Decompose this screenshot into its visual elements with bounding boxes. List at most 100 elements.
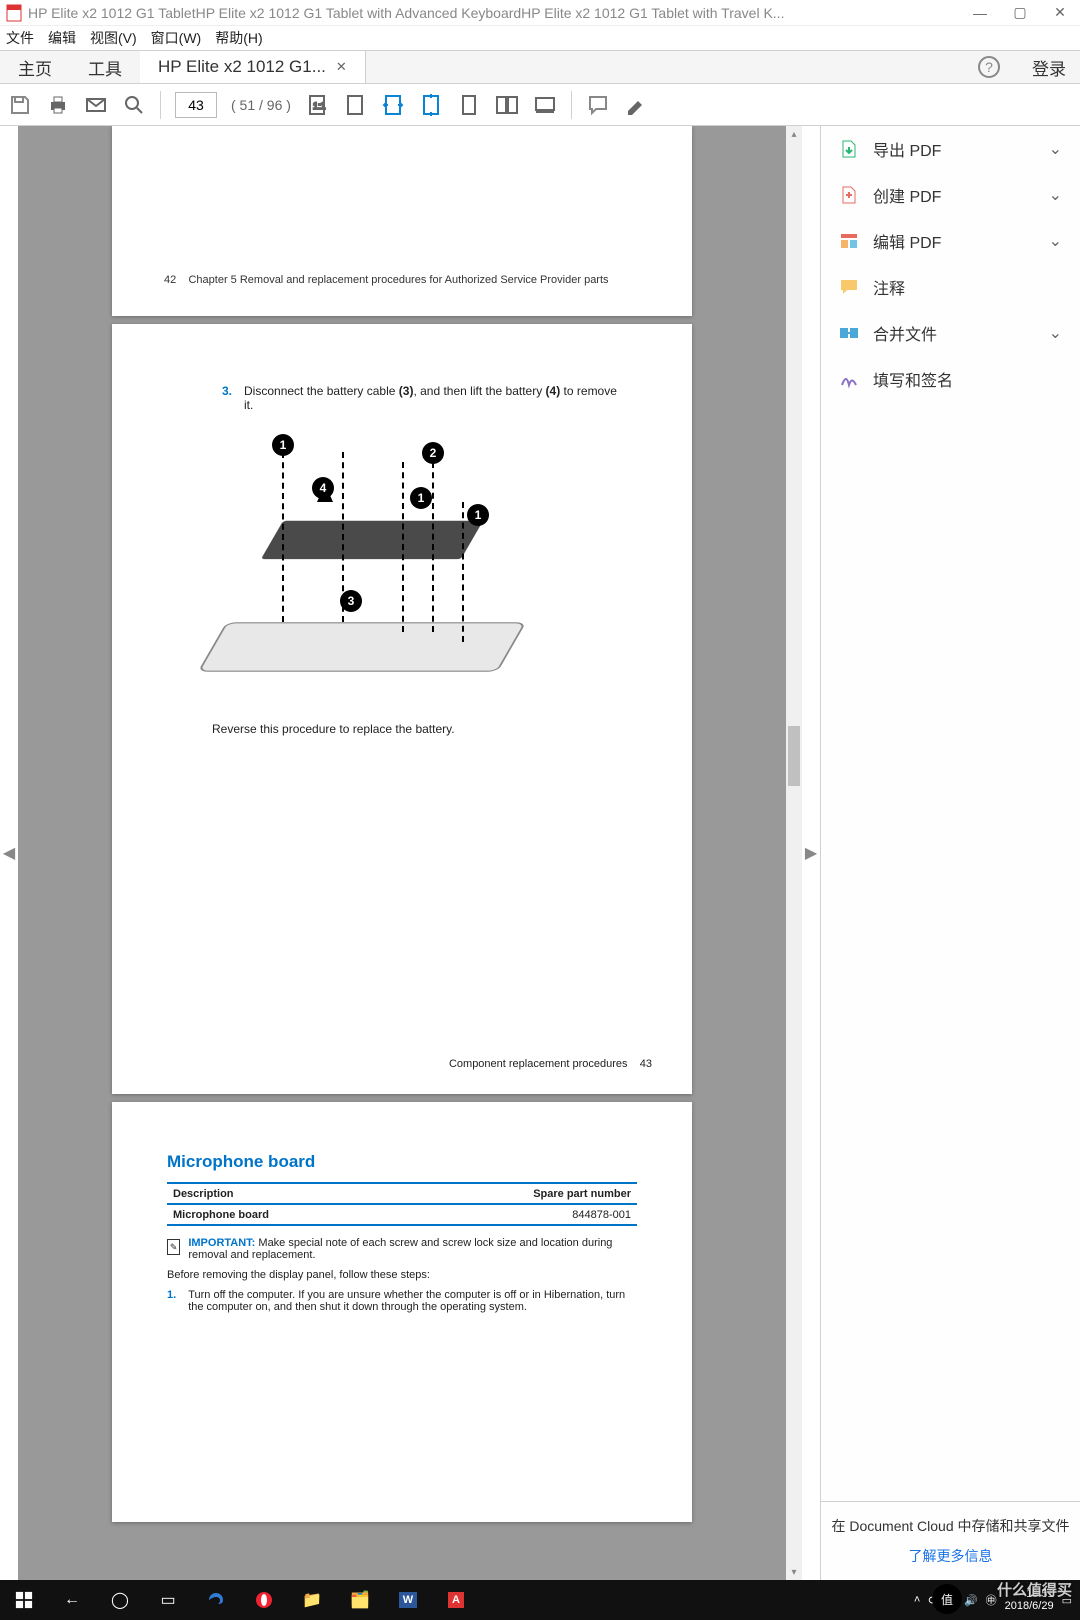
page-fit-icon[interactable]: 1:1 [305,93,329,117]
note-icon: ✎ [167,1239,180,1255]
callout-4: 4 [312,477,334,499]
sign-icon [839,369,859,389]
chevron-down-icon: ⌄ [1049,323,1062,343]
presentation-icon[interactable] [533,93,557,117]
taskbar: ← ◯ ▭ 📁 🗂️ W A ˄ ⟳ ▥ 🔊 ㊥ 13:512018/6/29 … [0,1580,1080,1620]
page-number-input[interactable] [175,92,217,118]
page-42-num: 42 [164,274,176,286]
document-viewport[interactable]: 42 Chapter 5 Removal and replacement pro… [18,126,786,1580]
th-desc: Description [167,1185,400,1204]
pdf-page-43: 3. Disconnect the battery cable (3), and… [112,324,692,1094]
page-total-label: ( 51 / 96 ) [231,97,291,113]
callout-1b: 1 [410,487,432,509]
menu-view[interactable]: 视图(V) [90,28,137,48]
sidebar-create-pdf[interactable]: 创建 PDF ⌄ [821,172,1080,218]
reverse-text: Reverse this procedure to replace the ba… [212,722,622,736]
taskbar-app-files[interactable]: 📁 [288,1580,336,1620]
tab-home[interactable]: 主页 [0,51,70,83]
sidebar-merge[interactable]: 合并文件 ⌄ [821,310,1080,356]
sidebar-fill-sign[interactable]: 填写和签名 [821,356,1080,402]
back-button[interactable]: ← [48,1580,96,1620]
tray-chevron-icon[interactable]: ˄ [914,1594,920,1606]
watermark-logo: 值 [932,1584,962,1614]
sidebar-create-label: 创建 PDF [873,183,941,207]
scroll-up-icon[interactable]: ▴ [786,126,802,142]
login-button[interactable]: 登录 [1018,55,1080,80]
edit-pdf-icon [839,231,859,251]
task-view-button[interactable]: ▭ [144,1580,192,1620]
menu-bar: 文件 编辑 视图(V) 窗口(W) 帮助(H) [0,26,1080,50]
merge-icon [839,323,859,343]
page-43-num: 43 [640,1058,652,1070]
tab-tools[interactable]: 工具 [70,51,140,83]
tray-ime-icon[interactable]: ㊥ [986,1592,997,1608]
close-button[interactable]: ✕ [1040,0,1080,26]
before-text: Before removing the display panel, follo… [167,1269,637,1281]
taskbar-app-edge[interactable] [192,1580,240,1620]
save-icon[interactable] [8,93,32,117]
menu-window[interactable]: 窗口(W) [151,28,202,48]
scroll-thumb[interactable] [788,726,800,786]
parts-table: DescriptionSpare part number Microphone … [167,1182,637,1227]
menu-help[interactable]: 帮助(H) [215,28,262,48]
menu-file[interactable]: 文件 [6,28,34,48]
pdf-page-44: Microphone board DescriptionSpare part n… [112,1102,692,1522]
app-icon [4,3,24,23]
taskbar-app-acrobat[interactable]: A [432,1580,480,1620]
tab-close-icon[interactable]: ✕ [336,59,347,75]
sidebar-comment-label: 注释 [873,275,905,299]
export-pdf-icon [839,139,859,159]
sidebar-edit-pdf[interactable]: 编辑 PDF ⌄ [821,218,1080,264]
print-icon[interactable] [46,93,70,117]
section-title: Microphone board [167,1152,637,1172]
nav-next-icon[interactable]: ▶ [802,126,820,1580]
callout-1: 1 [272,434,294,456]
comment-bubble-icon [839,277,859,297]
vertical-scrollbar[interactable]: ▴ ▾ [786,126,802,1580]
fit-height-icon[interactable] [419,93,443,117]
callout-1c: 1 [467,504,489,526]
start-button[interactable] [0,1580,48,1620]
taskbar-app-opera[interactable] [240,1580,288,1620]
battery-diagram: 1 2 4 1 1 3 [252,422,592,702]
chevron-down-icon: ⌄ [1049,139,1062,159]
step-number: 3. [222,384,232,412]
tab-document-label: HP Elite x2 1012 G1... [158,57,326,77]
svg-text:1:1: 1:1 [313,101,326,111]
important-text: IMPORTANT: Make special note of each scr… [188,1237,637,1261]
td-desc: Microphone board [167,1206,400,1225]
pdf-page-42: 42 Chapter 5 Removal and replacement pro… [112,126,692,316]
maximize-button[interactable]: ▢ [1000,0,1040,26]
nav-prev-icon[interactable]: ◀ [0,126,18,1580]
two-page-icon[interactable] [495,93,519,117]
sidebar-comment[interactable]: 注释 [821,264,1080,310]
learn-more-link[interactable]: 了解更多信息 [831,1546,1070,1566]
td-part: 844878-001 [400,1206,637,1225]
window-title: HP Elite x2 1012 G1 TabletHP Elite x2 10… [28,5,960,21]
taskbar-app-explorer[interactable]: 🗂️ [336,1580,384,1620]
highlight-icon[interactable] [624,93,648,117]
email-icon[interactable] [84,93,108,117]
comment-icon[interactable] [586,93,610,117]
minimize-button[interactable]: — [960,0,1000,26]
cloud-text: 在 Document Cloud 中存储和共享文件 [831,1516,1070,1536]
single-page-icon[interactable] [457,93,481,117]
sidebar-export-pdf[interactable]: 导出 PDF ⌄ [821,126,1080,172]
callout-2: 2 [422,442,444,464]
cortana-button[interactable]: ◯ [96,1580,144,1620]
menu-edit[interactable]: 编辑 [48,28,76,48]
sidebar-fill-label: 填写和签名 [873,367,953,391]
th-part: Spare part number [400,1185,637,1204]
scroll-down-icon[interactable]: ▾ [786,1564,802,1580]
tab-document[interactable]: HP Elite x2 1012 G1... ✕ [140,51,366,83]
chevron-down-icon: ⌄ [1049,185,1062,205]
sidebar-merge-label: 合并文件 [873,321,937,345]
help-icon[interactable]: ? [978,56,1000,78]
toolbar: ( 51 / 96 ) 1:1 [0,84,1080,126]
fit-width-icon[interactable] [381,93,405,117]
page-blank-icon[interactable] [343,93,367,117]
tools-sidebar: 导出 PDF ⌄ 创建 PDF ⌄ 编辑 PDF ⌄ 注释 合并文件 ⌄ 填写和… [820,126,1080,1580]
taskbar-app-word[interactable]: W [384,1580,432,1620]
search-icon[interactable] [122,93,146,117]
tray-volume-icon[interactable]: 🔊 [964,1594,978,1607]
